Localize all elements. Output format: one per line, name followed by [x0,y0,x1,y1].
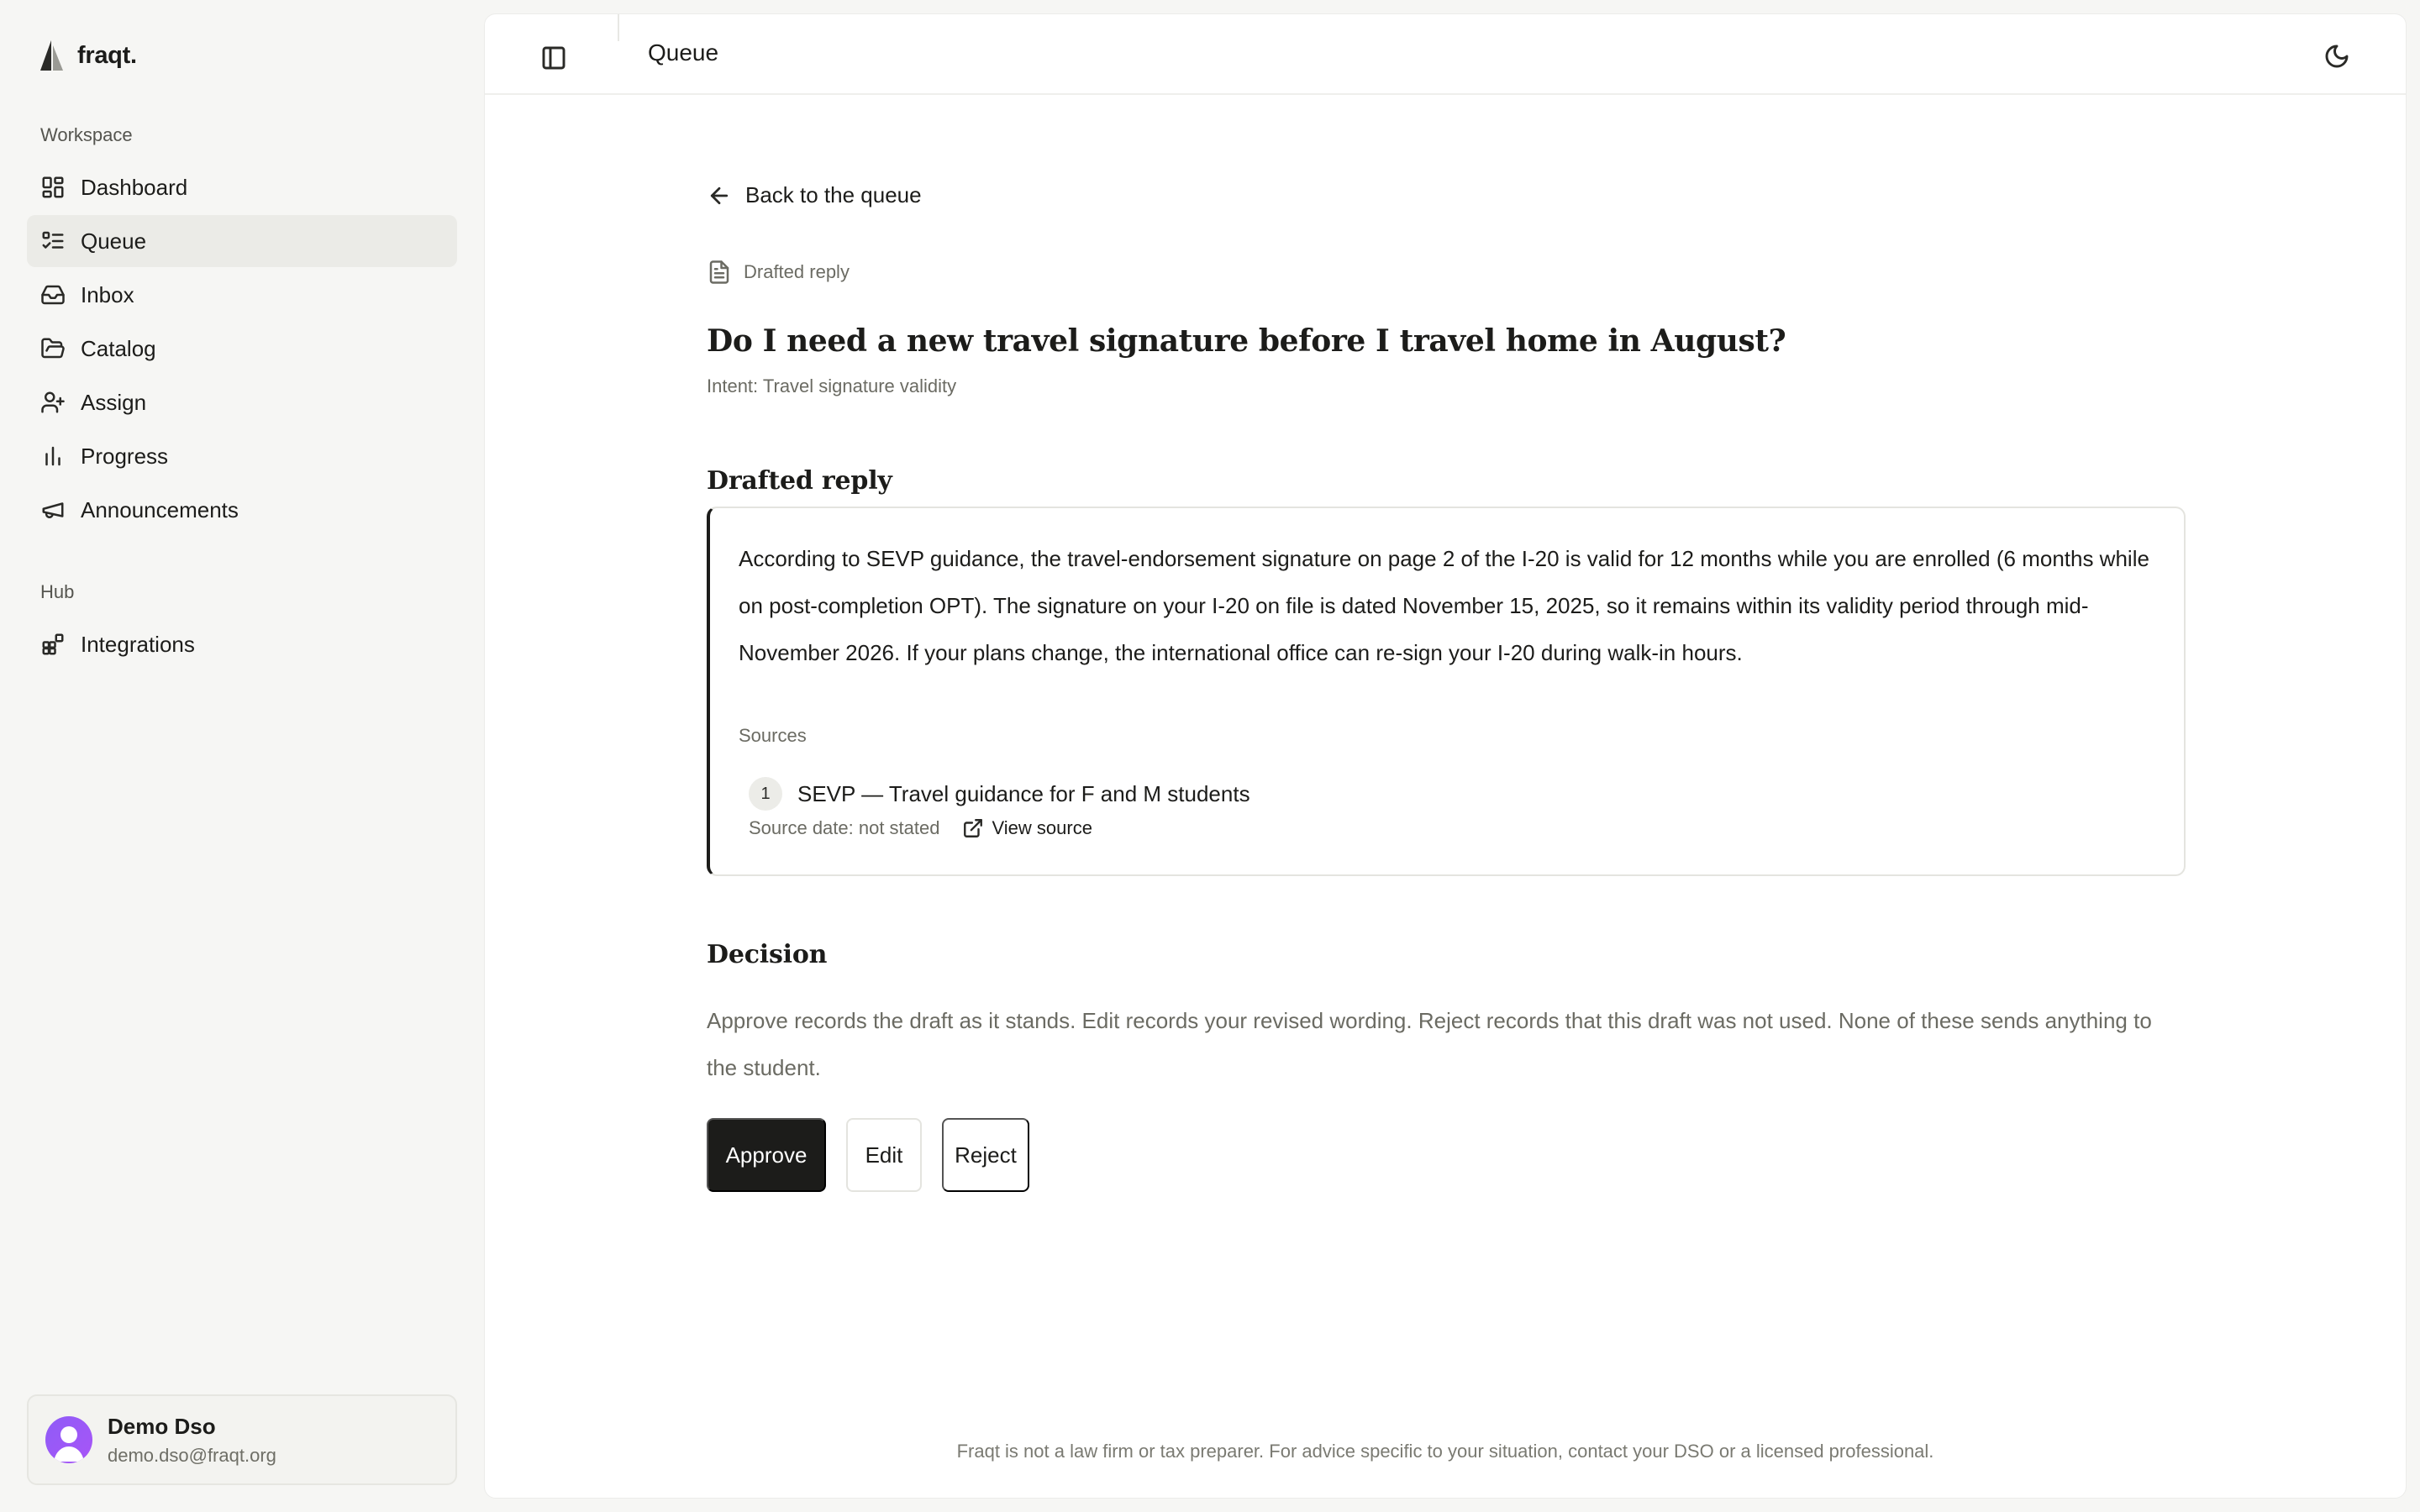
sidebar-item-queue[interactable]: Queue [27,215,457,267]
source-number-badge: 1 [749,777,782,811]
external-link-icon [963,819,982,837]
view-source-link[interactable]: View source [962,817,1092,839]
avatar [45,1416,92,1463]
main-panel: Queue Back to the queue Drafted reply Do… [484,13,2407,1499]
theme-toggle-button[interactable] [2318,38,2355,75]
workspace-nav: Dashboard Queue Inbox Catalog Assign Pro… [27,161,457,538]
user-avatar-icon [54,1426,84,1462]
bar-chart-icon [40,444,66,469]
sidebar-item-assign[interactable]: Assign [27,376,457,428]
footer-disclaimer: Fraqt is not a law firm or tax preparer.… [956,1441,1934,1462]
megaphone-icon [40,497,66,522]
sidebar-item-integrations[interactable]: Integrations [27,618,457,670]
approve-button[interactable]: Approve [707,1118,826,1192]
section-label-hub: Hub [40,581,75,602]
folder-icon [40,336,66,361]
back-to-queue-link[interactable]: Back to the queue [707,182,922,208]
sidebar-item-label: Announcements [81,496,239,522]
moon-icon [2325,45,2349,68]
reply-body: According to SEVP guidance, the travel-e… [739,546,2149,665]
sidebar-item-catalog[interactable]: Catalog [27,323,457,375]
decision-heading: Decision [707,940,828,969]
edit-button[interactable]: Edit [846,1118,922,1192]
logo-mark-icon [40,40,63,71]
drafted-reply-card: According to SEVP guidance, the travel-e… [707,507,2186,876]
brand-logo[interactable]: fraqt. [37,37,137,74]
user-info: Demo Dso demo.dso@fraqt.org [108,1414,276,1467]
question-title: Do I need a new travel signature before … [707,323,1786,359]
hub-nav: Integrations [27,618,457,672]
sidebar-item-label: Assign [81,389,147,415]
sidebar-item-inbox[interactable]: Inbox [27,269,457,321]
intent-label: Intent: Travel signature validity [707,375,957,396]
sources-label: Sources [739,725,807,746]
sidebar-item-label: Integrations [81,631,195,657]
dashboard-icon [40,175,66,200]
user-name: Demo Dso [108,1413,216,1439]
back-link-label: Back to the queue [745,182,922,207]
source-item: 1 SEVP — Travel guidance for F and M stu… [749,777,1250,811]
source-meta: Source date: not stated View source [749,817,1092,839]
sidebar-toggle-button[interactable] [535,39,572,76]
inbox-icon [40,282,66,307]
sidebar: fraqt. Workspace Dashboard Queue Inbox C… [0,0,471,1512]
user-plus-icon [40,390,66,415]
user-profile-card[interactable]: Demo Dso demo.dso@fraqt.org [27,1394,457,1485]
top-bar: Queue [485,14,2406,95]
page-title: Queue [648,39,719,66]
queue-icon [40,228,66,254]
sidebar-item-label: Dashboard [81,174,188,200]
panel-left-icon [542,46,566,70]
view-source-label: View source [992,817,1092,838]
sidebar-item-announcements[interactable]: Announcements [27,484,457,536]
sidebar-item-label: Inbox [81,281,134,307]
draft-type-label: Drafted reply [707,260,850,285]
user-email: demo.dso@fraqt.org [108,1444,276,1466]
section-label-workspace: Workspace [40,124,133,145]
brand-name: fraqt. [77,41,137,69]
topbar-divider [618,14,619,41]
sidebar-item-label: Progress [81,443,169,469]
reject-button[interactable]: Reject [942,1118,1029,1192]
arrow-left-icon [710,186,729,204]
integrations-icon [40,632,66,657]
sidebar-item-label: Catalog [81,335,156,361]
file-text-icon [709,260,729,284]
sidebar-item-dashboard[interactable]: Dashboard [27,161,457,213]
sidebar-item-label: Queue [81,228,147,254]
source-date: Source date: not stated [749,817,940,838]
reply-heading: Drafted reply [707,466,892,496]
sidebar-item-progress[interactable]: Progress [27,430,457,482]
decision-description: Approve records the draft as it stands. … [707,1008,2152,1080]
draft-type-text: Drafted reply [744,261,850,282]
source-title: SEVP — Travel guidance for F and M stude… [797,780,1250,806]
decision-actions: Approve Edit Reject [707,1118,1029,1192]
